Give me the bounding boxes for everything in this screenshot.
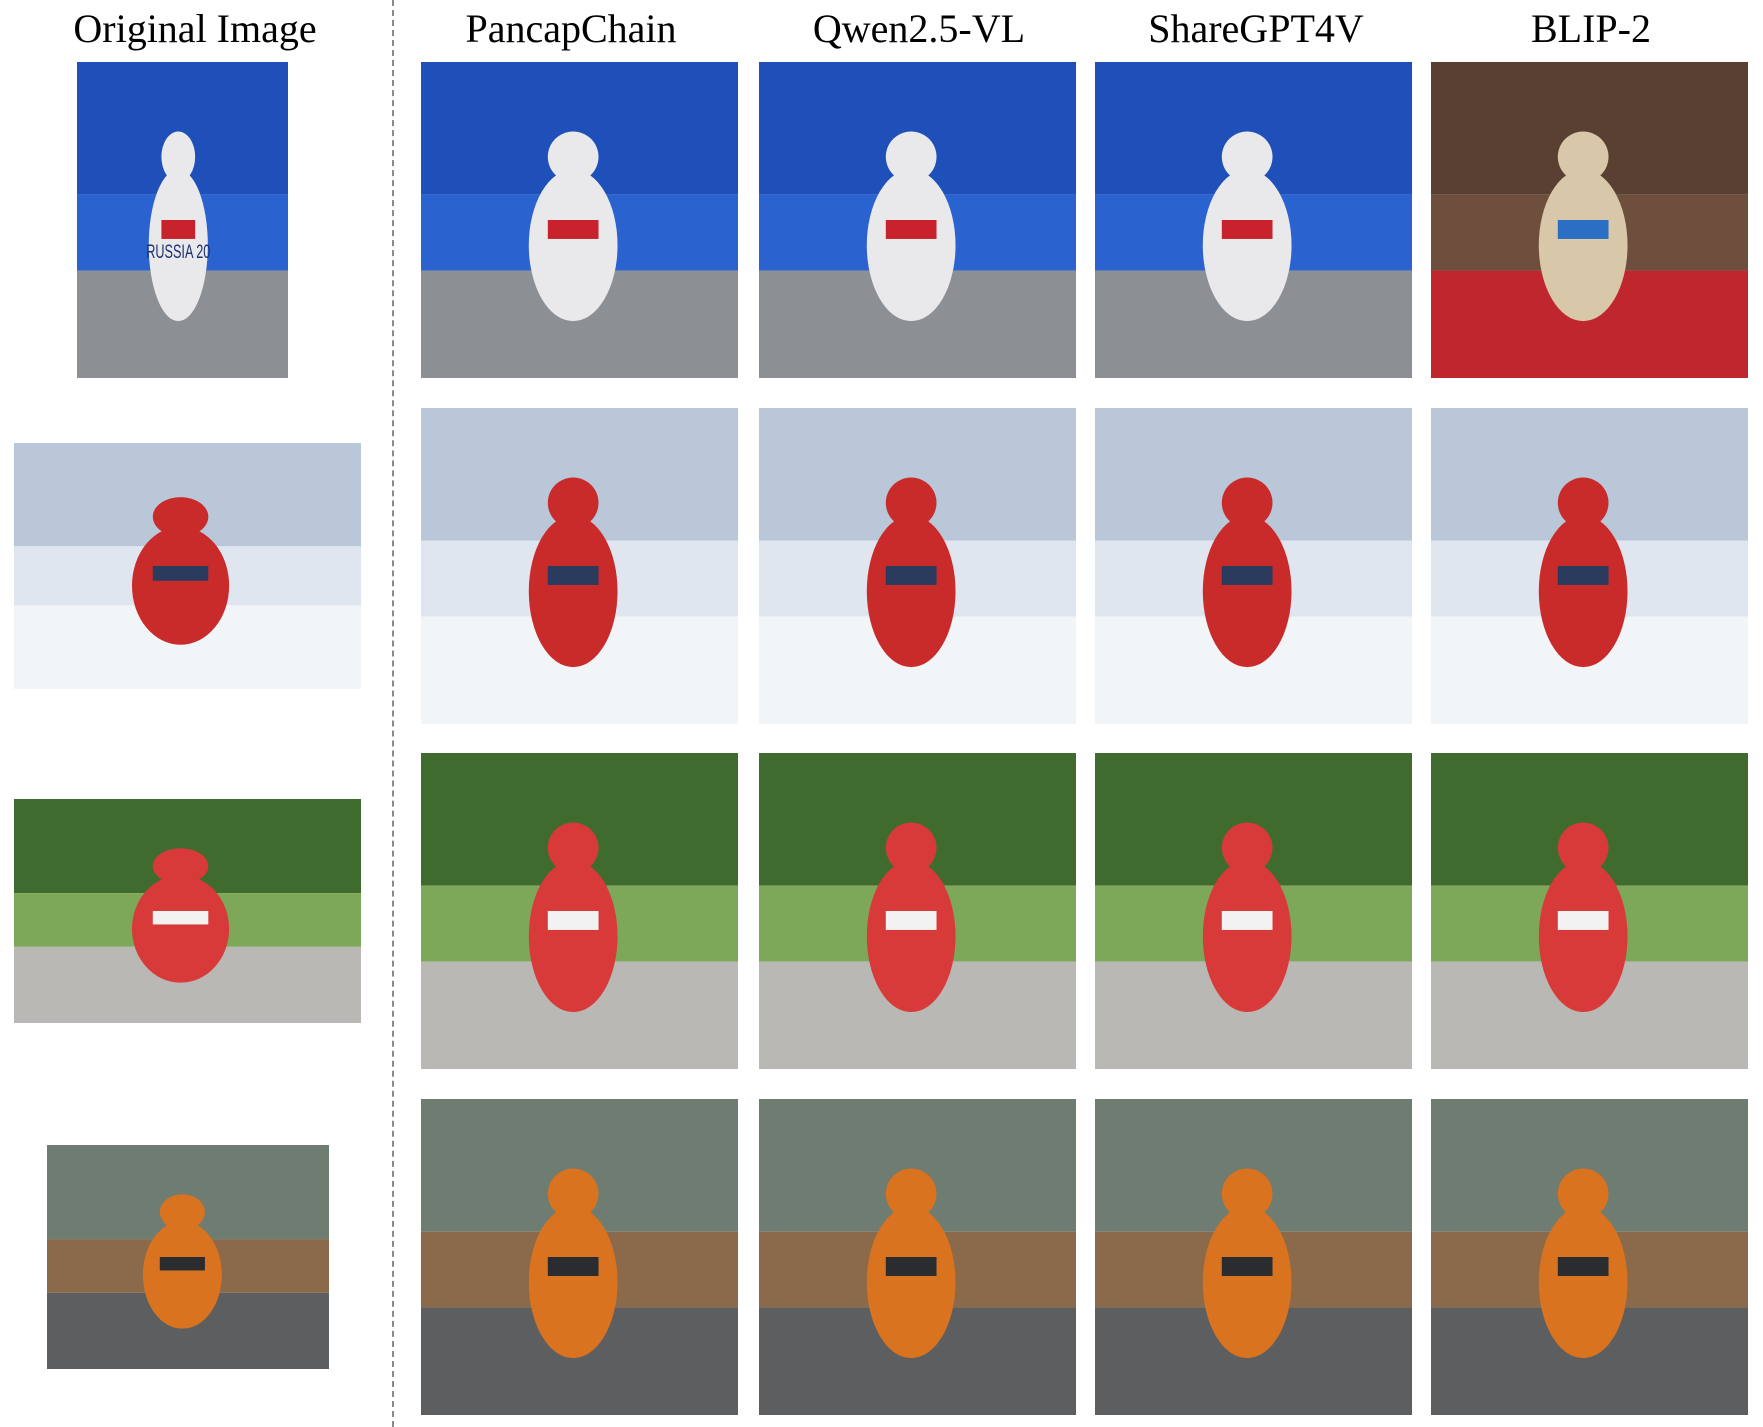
- main-subject: [1202, 515, 1292, 668]
- main-subject: [131, 526, 230, 645]
- sharegpt4v-image-snow: [1095, 408, 1412, 724]
- qwen-image-snow: [759, 408, 1076, 724]
- qwen-image-husky: [759, 62, 1076, 378]
- sharegpt4v-image-bicycle: [1095, 753, 1412, 1069]
- photo-scene: [1095, 408, 1412, 724]
- blip2-image-monk: [1431, 1099, 1748, 1415]
- main-subject: [1538, 1206, 1628, 1359]
- original-image-husky: RUSSIA 20: [77, 62, 288, 378]
- photo-scene: [421, 1099, 738, 1415]
- photo-scene: [759, 62, 1076, 378]
- main-subject: [528, 169, 618, 322]
- main-subject: [131, 875, 230, 983]
- header-blip2: BLIP-2: [1531, 6, 1651, 51]
- photo-scene: [47, 1145, 329, 1369]
- main-subject: [1202, 860, 1292, 1013]
- photo-scene: [1431, 408, 1748, 724]
- qwen-image-monk: [759, 1099, 1076, 1415]
- header-qwen: Qwen2.5-VL: [812, 6, 1026, 51]
- original-image-snow: [14, 443, 361, 689]
- photo-scene: [14, 443, 361, 689]
- original-image-bicycle: [14, 799, 361, 1023]
- column-divider: [392, 0, 394, 1427]
- photo-scene: [1095, 753, 1412, 1069]
- blip2-image-snow: [1431, 408, 1748, 724]
- photo-scene: [14, 799, 361, 1023]
- pancapchain-image-husky: [421, 62, 738, 378]
- main-subject: [528, 860, 618, 1013]
- sharegpt4v-image-monk: [1095, 1099, 1412, 1415]
- main-subject: [528, 1206, 618, 1359]
- jersey-text: RUSSIA 20: [146, 241, 210, 262]
- photo-scene: [421, 753, 738, 1069]
- main-subject: [1538, 860, 1628, 1013]
- pancapchain-image-snow: [421, 408, 738, 724]
- qwen-image-bicycle: [759, 753, 1076, 1069]
- sharegpt4v-image-husky: [1095, 62, 1412, 378]
- main-subject: [866, 169, 956, 322]
- main-subject: [142, 1221, 222, 1329]
- main-subject: [1538, 515, 1628, 668]
- pancapchain-image-bicycle: [421, 753, 738, 1069]
- main-subject: [1202, 169, 1292, 322]
- main-subject: [1202, 1206, 1292, 1359]
- photo-scene: [421, 62, 738, 378]
- photo-scene: [421, 408, 738, 724]
- original-image-monk: [47, 1145, 329, 1369]
- header-original-image: Original Image: [73, 6, 317, 51]
- main-subject: [866, 860, 956, 1013]
- photo-scene: [759, 753, 1076, 1069]
- blip2-image-dog: [1431, 62, 1748, 378]
- main-subject: [1538, 169, 1628, 322]
- photo-scene: [1431, 1099, 1748, 1415]
- photo-scene: [759, 408, 1076, 724]
- pancapchain-image-monk: [421, 1099, 738, 1415]
- photo-scene: [1431, 62, 1748, 378]
- main-subject: [866, 515, 956, 668]
- header-pancapchain: PancapChain: [465, 6, 677, 51]
- header-sharegpt4v: ShareGPT4V: [1148, 6, 1364, 51]
- main-subject: [528, 515, 618, 668]
- photo-scene: [1095, 1099, 1412, 1415]
- blip2-image-bicycle: [1431, 753, 1748, 1069]
- photo-scene: RUSSIA 20: [77, 62, 288, 378]
- photo-scene: [759, 1099, 1076, 1415]
- photo-scene: [1095, 62, 1412, 378]
- photo-scene: [1431, 753, 1748, 1069]
- main-subject: [866, 1206, 956, 1359]
